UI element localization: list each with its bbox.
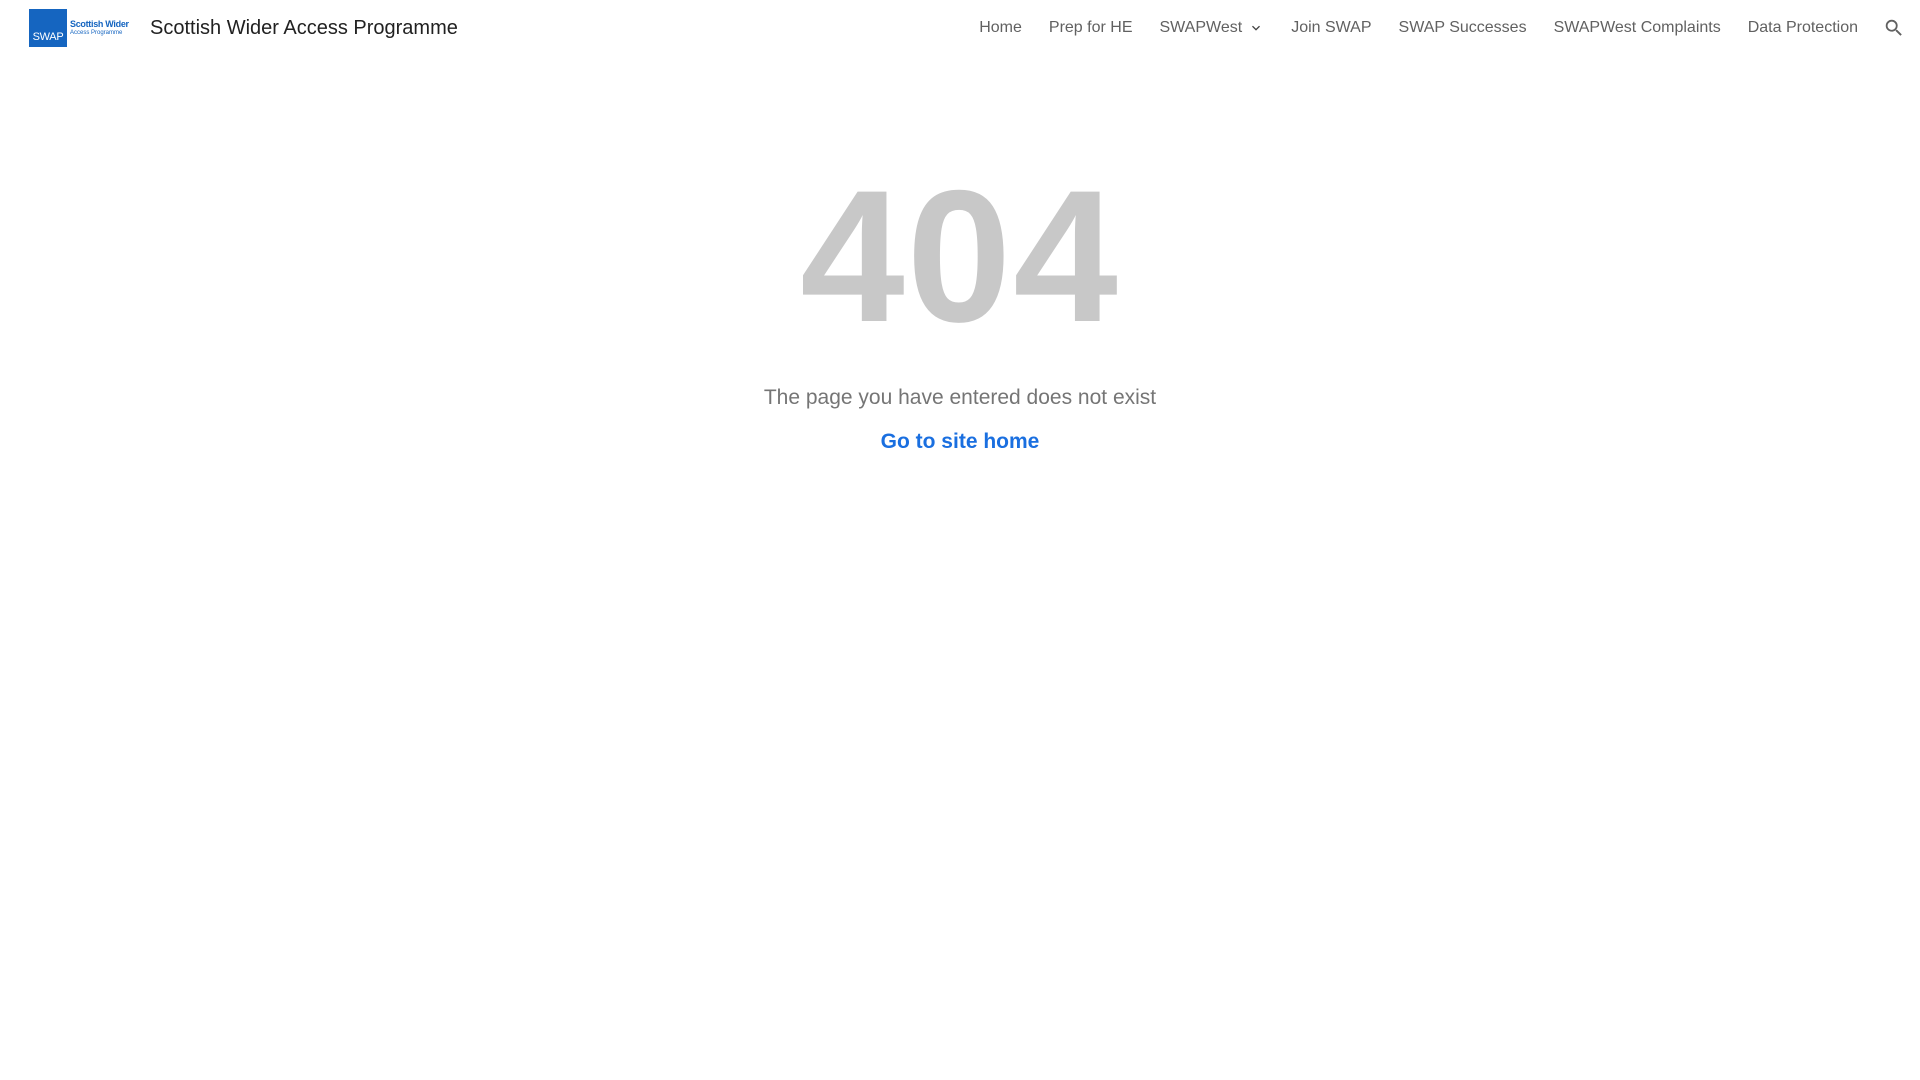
chevron-down-icon[interactable] [1248,20,1264,36]
logo-line-2: Access Programme [70,30,123,36]
go-to-site-home-link[interactable]: Go to site home [881,430,1040,453]
logo-box: SWAP [29,9,67,47]
site-header: SWAP Scottish Wider Access Programme Sco… [0,0,1920,56]
nav-item-swapwest[interactable]: SWAPWest [1160,19,1265,37]
nav-item-join-swap[interactable]: Join SWAP [1291,19,1371,37]
brand: SWAP Scottish Wider Access Programme Sco… [29,9,458,47]
nav-item-swap-successes[interactable]: SWAP Successes [1399,19,1527,37]
site-logo[interactable]: SWAP Scottish Wider Access Programme [29,9,133,47]
home-link-container: Go to site home [0,431,1920,452]
site-title[interactable]: Scottish Wider Access Programme [150,17,458,40]
nav-item-swapwest-label: SWAPWest [1159,19,1243,36]
nav-item-prep-for-he[interactable]: Prep for HE [1049,19,1133,37]
logo-line-1: Scottish Wider [70,19,129,29]
nav-item-swapwest-complaints[interactable]: SWAPWest Complaints [1554,19,1721,37]
nav-item-data-protection[interactable]: Data Protection [1748,19,1858,37]
search-button[interactable] [1882,16,1906,40]
search-icon [1885,19,1902,36]
logo-box-text: SWAP [32,31,64,43]
logo-text: Scottish Wider Access Programme [70,19,129,37]
error-message: The page you have entered does not exist [763,386,1157,409]
error-code: 404 [800,151,1120,361]
top-nav: Home Prep for HE SWAPWest Join SWAP SWAP… [979,0,1906,56]
nav-item-home[interactable]: Home [979,19,1022,37]
